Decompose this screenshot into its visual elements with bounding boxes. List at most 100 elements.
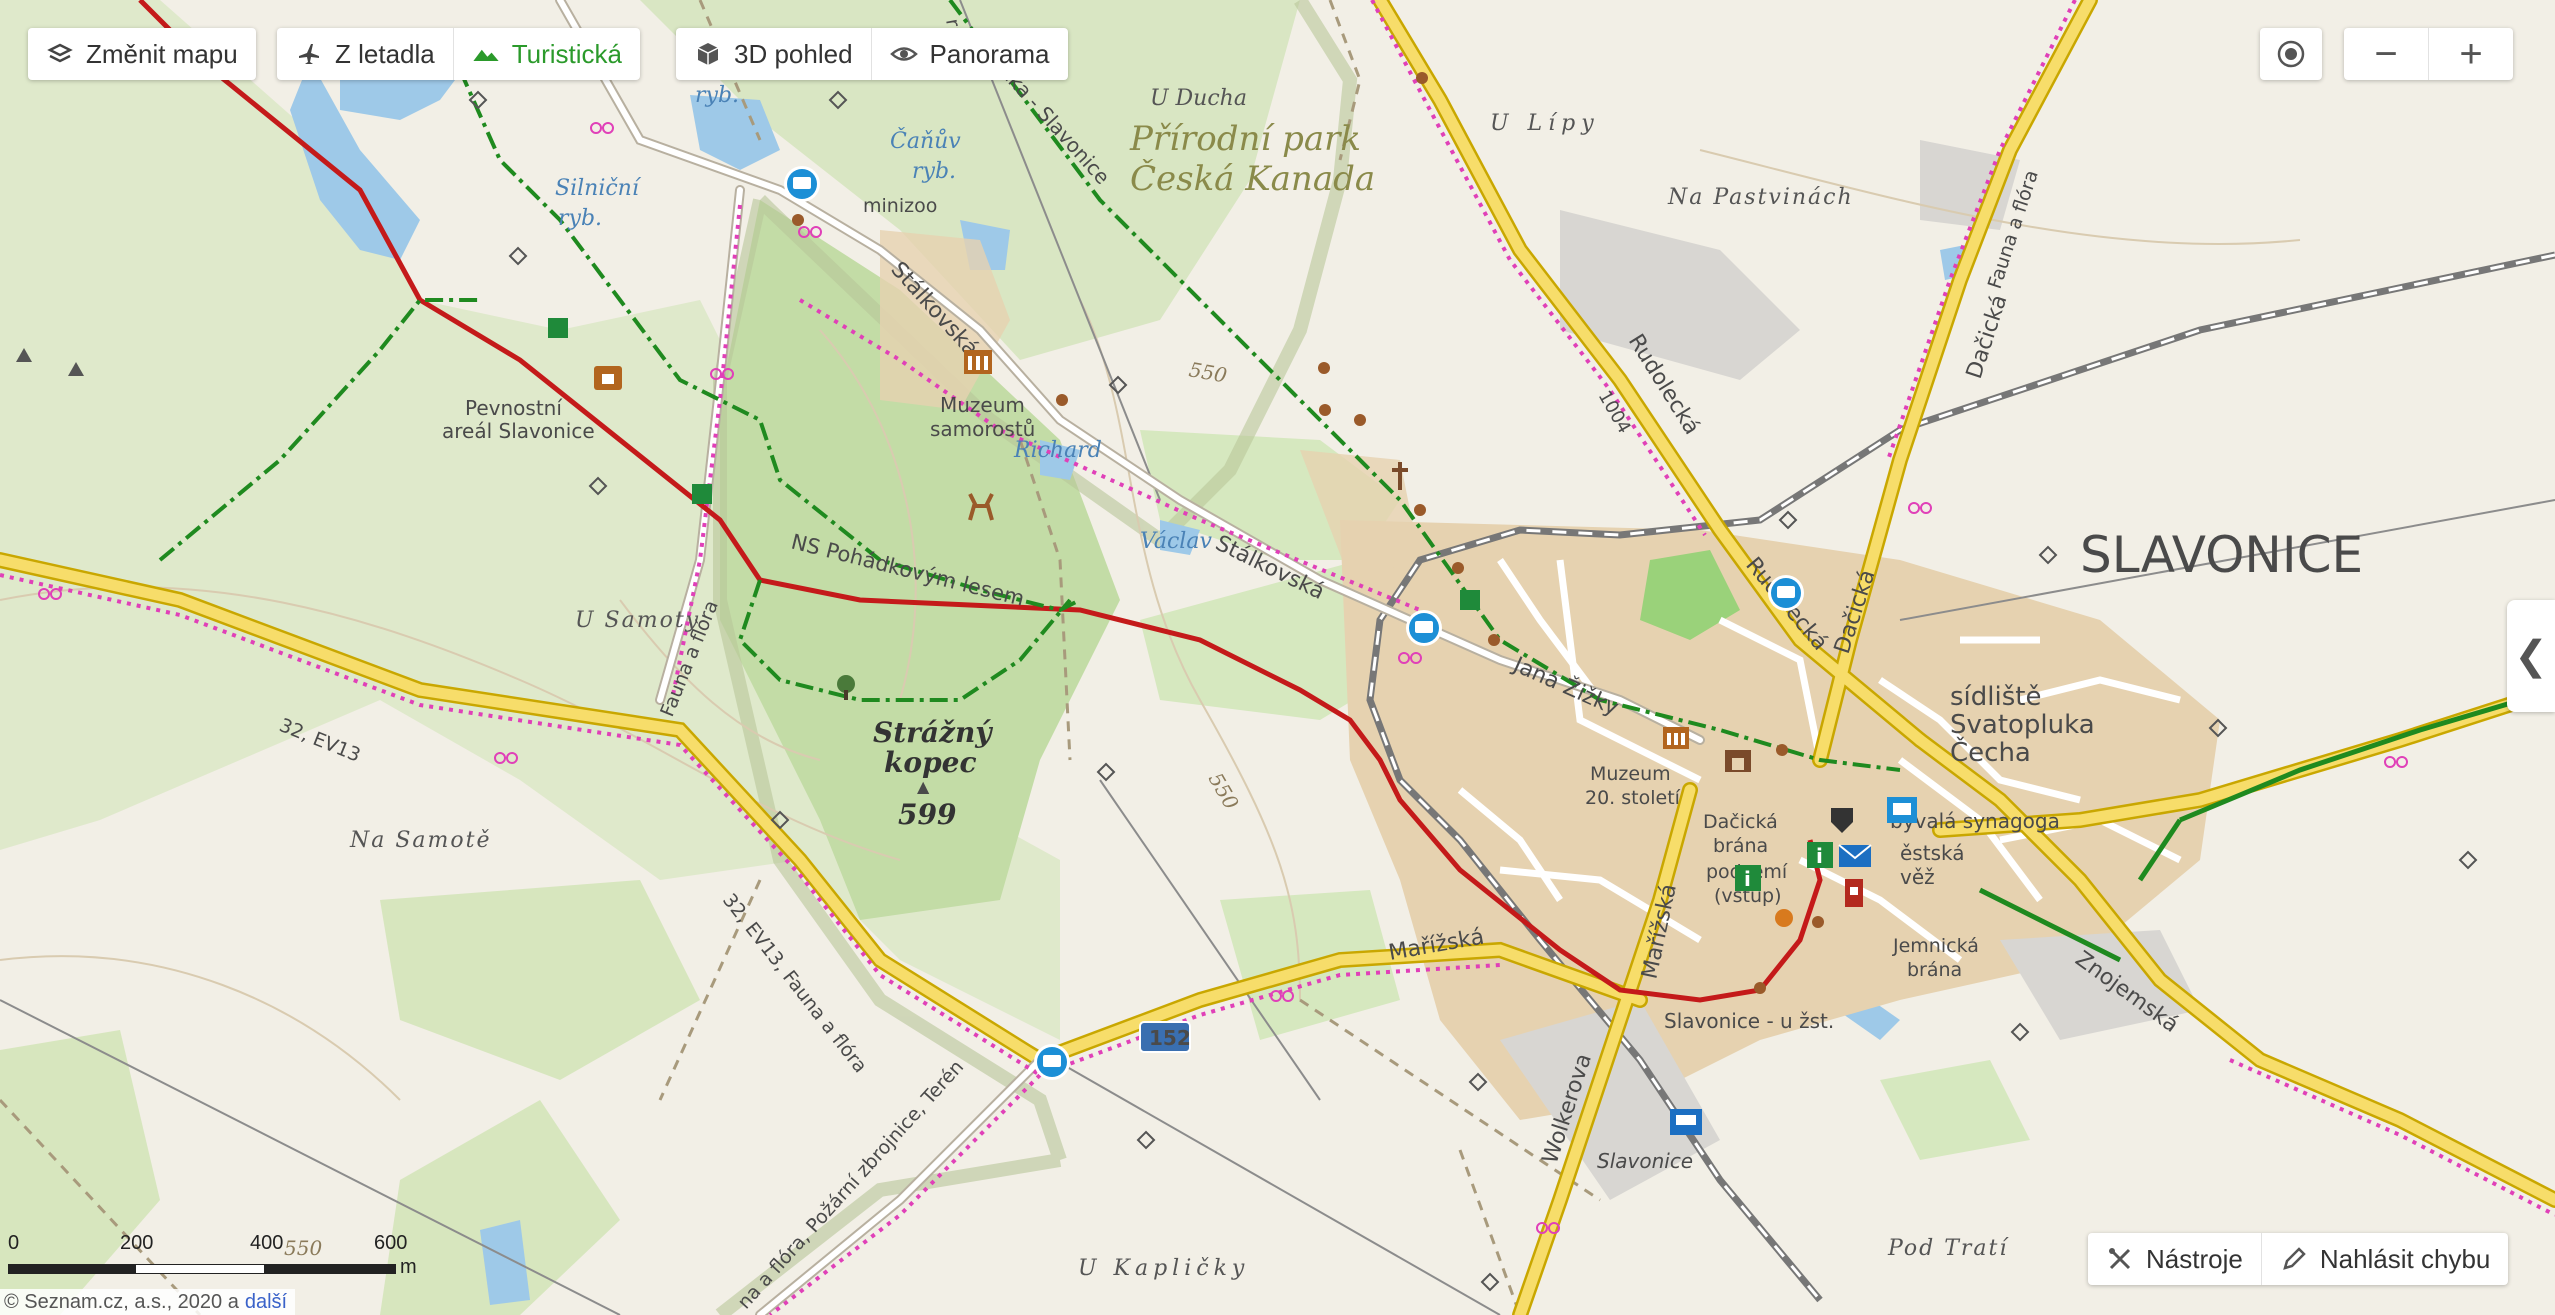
bus-stop-icon: [1768, 575, 1804, 611]
view-switch: 3D pohled Panorama: [676, 28, 1068, 80]
locate-button[interactable]: [2260, 28, 2322, 80]
svg-text:Muzeum: Muzeum: [1590, 763, 1671, 785]
svg-text:Čecha: Čecha: [1950, 736, 2031, 768]
svg-text:Pevnostní: Pevnostní: [465, 396, 563, 420]
scale-unit: m: [400, 1256, 417, 1278]
map-marker-icon: [1460, 590, 1480, 610]
eye-icon: [889, 47, 918, 61]
bus-stop-icon: [1034, 1044, 1070, 1080]
scale-label-600: 600: [374, 1232, 408, 1254]
svg-text:Pod Tratí: Pod Tratí: [1887, 1236, 2009, 1261]
info-icon: i: [1735, 865, 1761, 891]
svg-text:Richard: Richard: [1013, 438, 1102, 463]
museum-icon: [964, 350, 992, 374]
svg-text:areál Slavonice: areál Slavonice: [442, 419, 595, 443]
bottom-tools: Nástroje Nahlásit chybu: [2088, 1233, 2509, 1285]
zoom-in-button[interactable]: +: [2428, 28, 2513, 80]
svg-text:ryb.: ryb.: [695, 83, 739, 108]
plane-icon: [299, 44, 319, 64]
pencil-icon: [2283, 1247, 2306, 1270]
svg-text:Dačická: Dačická: [1703, 811, 1778, 833]
scale-bar: 0 200 400 600 m: [8, 1232, 428, 1292]
town-label: SLAVONICE: [2080, 526, 2363, 584]
map-marker-icon: [692, 484, 712, 504]
svg-text:599: 599: [898, 798, 956, 831]
map-marker-icon: [548, 318, 568, 338]
scale-label-400: 400: [250, 1232, 284, 1254]
report-error-button[interactable]: Nahlásit chybu: [2260, 1233, 2509, 1285]
svg-text:Slavonice: Slavonice: [1597, 1149, 1693, 1173]
cube-icon: [697, 43, 719, 65]
zoom-control: − +: [2344, 28, 2513, 80]
tools-button[interactable]: Nástroje: [2088, 1233, 2261, 1285]
copyright-more-link[interactable]: další: [245, 1291, 287, 1314]
scale-label-200: 200: [120, 1232, 154, 1254]
aerial-label: Z letadla: [335, 38, 435, 69]
svg-text:Strážný: Strážný: [873, 716, 993, 749]
svg-text:Václav: Václav: [1140, 529, 1212, 554]
svg-text:Čaňův: Čaňův: [890, 127, 961, 154]
svg-text:brána: brána: [1713, 835, 1768, 857]
copyright: © Seznam.cz, a.s., 2020 a další: [0, 1289, 296, 1315]
svg-text:minizoo: minizoo: [863, 195, 937, 217]
castle-icon: [1725, 750, 1751, 772]
tourist-label: Turistická: [511, 38, 623, 69]
zoom-in-label: +: [2459, 31, 2483, 76]
svg-text:U Ducha: U Ducha: [1150, 86, 1247, 111]
train-station-icon: [1670, 1109, 1702, 1135]
svg-text:brána: brána: [1907, 959, 1962, 981]
scale-label-0: 0: [8, 1232, 20, 1254]
fortress-icon: [594, 366, 622, 390]
bus-stop-icon: [1406, 610, 1442, 646]
svg-text:U Samoty: U Samoty: [575, 608, 700, 633]
bus-stop-icon: [784, 166, 820, 202]
svg-text:Muzeum: Muzeum: [940, 393, 1025, 417]
museum-icon: [1663, 727, 1689, 749]
change-map-button[interactable]: Změnit mapu: [28, 28, 256, 80]
zoom-out-button[interactable]: −: [2344, 28, 2428, 80]
aerial-button[interactable]: Z letadla: [277, 28, 453, 80]
svg-text:Na Pastvinách: Na Pastvinách: [1667, 185, 1854, 210]
side-panel-toggle[interactable]: ❮: [2507, 600, 2555, 712]
bus-stop-square-icon: [1887, 797, 1917, 823]
info-icon: i: [1807, 842, 1833, 868]
svg-text:Svatopluka: Svatopluka: [1950, 710, 2095, 740]
svg-text:ěstská: ěstská: [1900, 841, 1964, 865]
tools-icon: [2109, 1248, 2131, 1270]
svg-text:U Lípy: U Lípy: [1490, 111, 1600, 136]
svg-text:i: i: [1816, 844, 1823, 868]
chevron-left-icon: ❮: [2514, 634, 2548, 678]
3d-view-label: 3D pohled: [734, 38, 853, 69]
tourist-button[interactable]: Turistická: [452, 28, 640, 80]
mountain-icon: [473, 49, 499, 61]
tower-icon: [1845, 879, 1863, 907]
park-label-1: Přírodní park: [1129, 119, 1361, 159]
map-canvas[interactable]: SLAVONICE Přírodní park Česká Kanada U D…: [0, 0, 2555, 1315]
sight-icon: [1775, 909, 1793, 927]
report-error-label: Nahlásit chybu: [2319, 1243, 2491, 1274]
zoom-out-label: −: [2374, 31, 2398, 76]
svg-text:ryb.: ryb.: [912, 159, 956, 184]
svg-text:Slavonice - u žst.: Slavonice - u žst.: [1664, 1009, 1834, 1033]
tools-label: Nástroje: [2146, 1243, 2243, 1274]
svg-text:20. století: 20. století: [1585, 787, 1681, 809]
post-office-icon: [1838, 844, 1872, 867]
svg-text:152: 152: [1149, 1026, 1191, 1050]
svg-text:Na Samotě: Na Samotě: [349, 828, 492, 853]
change-map-label: Změnit mapu: [86, 38, 238, 69]
svg-text:kopec: kopec: [884, 746, 977, 779]
3d-view-button[interactable]: 3D pohled: [676, 28, 871, 80]
panorama-button[interactable]: Panorama: [870, 28, 1068, 80]
park-label-2: Česká Kanada: [1130, 158, 1375, 199]
svg-text:▲: ▲: [917, 777, 930, 796]
map-type-switch: Z letadla Turistická: [277, 28, 641, 80]
copyright-text: © Seznam.cz, a.s., 2020 a: [4, 1290, 239, 1313]
svg-text:ryb.: ryb.: [558, 206, 602, 231]
svg-text:sídliště: sídliště: [1950, 682, 2041, 712]
svg-text:i: i: [1744, 867, 1751, 891]
svg-text:Jemnická: Jemnická: [1892, 935, 1979, 957]
svg-text:Silniční: Silniční: [555, 176, 642, 201]
layers-icon: [47, 43, 73, 63]
target-icon: [2277, 40, 2305, 68]
svg-text:věž: věž: [1900, 865, 1935, 889]
